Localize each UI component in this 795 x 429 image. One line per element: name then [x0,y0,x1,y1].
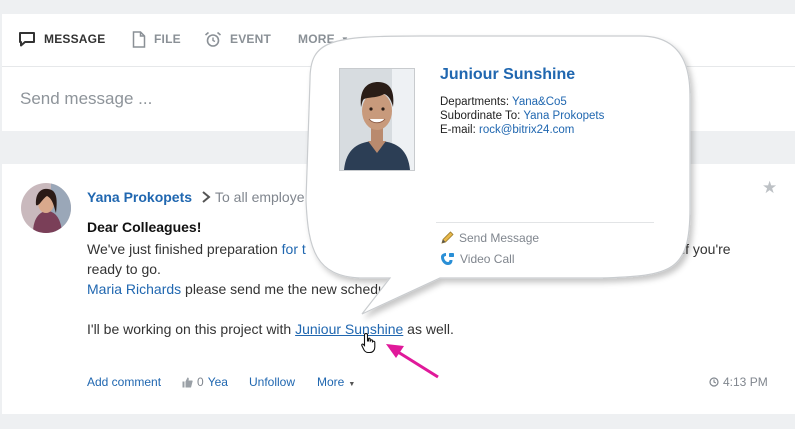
hand-cursor-icon [361,332,376,354]
pointer-arrow-annotation [386,344,439,379]
